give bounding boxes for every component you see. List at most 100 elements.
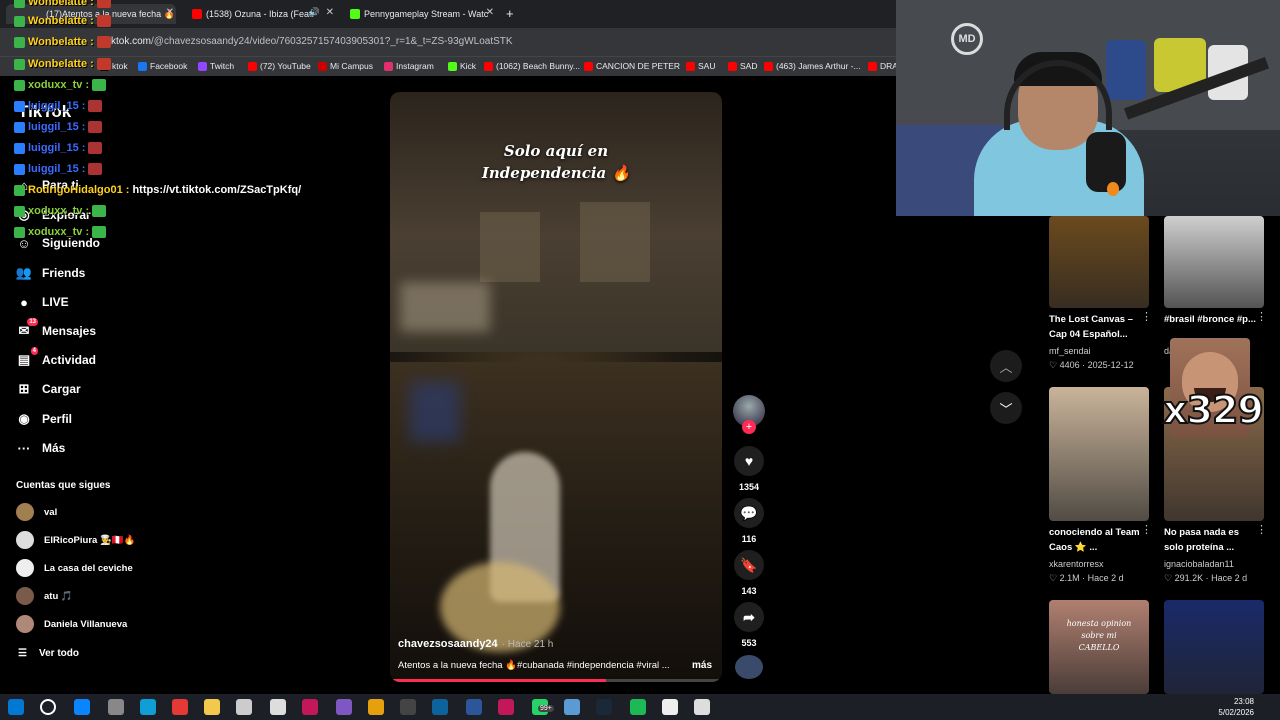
bookmark-item[interactable]: Twitch [198,61,234,71]
share-icon: ➦ [734,602,764,632]
video-description[interactable]: Atentos a la nueva fecha 🔥#cubanada #ind… [398,660,670,671]
app-icon[interactable] [270,699,286,715]
video-progress-bar[interactable] [390,679,722,682]
video-thumbnail[interactable]: honesta opinion sobre mi CABELLO [1049,600,1149,694]
windows-icon[interactable] [8,699,24,715]
video-thumbnail[interactable] [1049,216,1149,308]
speaker-icon[interactable]: 🔊 [309,7,320,18]
more-options-icon[interactable]: ⋮ [1141,523,1152,536]
app-icon[interactable] [662,699,678,715]
video-title[interactable]: conociendo al Team Caos ⭐ ... [1049,525,1145,555]
like-button[interactable]: ♥ 1354 [733,446,765,492]
chat-emote-icon [92,79,107,91]
bookmark-item[interactable]: DRA [868,61,898,71]
chevron-down-icon[interactable]: ﹀ [990,392,1022,424]
follow-plus-icon[interactable]: + [742,420,756,434]
video-thumbnail[interactable] [1164,600,1264,694]
video-author[interactable]: ignaciobaladan11 [1164,559,1234,569]
bookmark-item[interactable]: Mi Campus [318,61,373,71]
bookmark-icon: 🔖 [734,550,764,580]
steam-icon[interactable] [596,699,612,715]
app-icon[interactable] [302,699,318,715]
bookmark-item[interactable]: (1062) Beach Bunny... [484,61,580,71]
video-frame-light [400,282,490,332]
nav-friends[interactable]: 👥 Friends [16,262,85,284]
nav-profile[interactable]: ◉ Perfil [16,408,72,430]
nav-messages[interactable]: ✉ 13 Mensajes [16,318,96,342]
share-button[interactable]: ➦ 553 [733,602,765,648]
nav-live[interactable]: ● LIVE [16,291,69,313]
sound-disc-icon[interactable] [735,655,763,679]
bookmark-item[interactable]: Instagram [384,61,434,71]
bookmark-item[interactable]: (463) James Arthur -... [764,61,861,71]
followed-account[interactable]: ElRicoPiura 👨‍🍳🇵🇪🔥 [16,531,135,549]
video-title[interactable]: No pasa nada es solo proteína ... [1164,525,1260,555]
close-icon[interactable]: ✕ [326,7,334,18]
app-icon[interactable] [336,699,352,715]
app-icon[interactable] [694,699,710,715]
chat-username: xoduxx_tv : [28,205,90,217]
tab-youtube[interactable]: (1538) Ozuna - Ibiza (Feat. 🔊 ✕ [186,4,336,24]
address-bar[interactable]: tiktok.com/@chavezsosaandy24/video/76032… [0,28,896,56]
bookmark-item[interactable]: Facebook [138,61,187,71]
chat-message: Wonbelatte : [14,0,111,8]
nav-more[interactable]: ··· Más [16,437,66,459]
bookmark-icon [764,61,773,71]
comment-button[interactable]: 💬 116 [733,498,765,544]
chat-username: Wonbelatte : [28,0,94,8]
word-icon[interactable] [466,699,482,715]
more-options-icon[interactable]: ⋮ [1256,523,1267,536]
followed-account[interactable]: La casa del ceviche [16,559,133,577]
more-options-icon[interactable]: ⋮ [1141,310,1152,323]
video-thumbnail[interactable] [1049,387,1149,521]
bookmark-icon [384,61,393,71]
chrome-icon[interactable] [400,699,416,715]
app-icon[interactable] [236,699,252,715]
edge-icon[interactable] [140,699,156,715]
chrome-icon[interactable] [368,699,384,715]
bookmark-item[interactable]: SAD [728,61,757,71]
followed-account[interactable]: atu 🎵 [16,587,73,605]
bookmark-icon [198,61,207,71]
folder-icon[interactable] [204,699,220,715]
see-all-link[interactable]: ☰ Ver todo [18,648,79,659]
chevron-up-icon[interactable]: ︿ [990,350,1022,382]
spotify-icon[interactable] [630,699,646,715]
bookmark-item[interactable]: SAU [686,61,715,71]
followed-account[interactable]: Daniela Villanueva [16,615,127,633]
bookmark-item[interactable]: Kick [448,61,476,71]
video-author[interactable]: xkarentorresx [1049,559,1104,569]
chat-username: Wonbelatte : [28,58,94,70]
search-icon[interactable] [40,699,56,715]
video-time: · Hace 21 h [501,639,554,650]
bookmark-item[interactable]: CANCION DE PETER [584,61,680,71]
video-author[interactable]: chavezsosaandy24 · Hace 21 h [398,638,553,650]
chat-message: Wonbelatte : [14,36,111,48]
nav-upload[interactable]: ⊞ Cargar [16,378,81,400]
followed-account[interactable]: val [16,503,57,521]
app-icon[interactable] [108,699,124,715]
close-icon[interactable]: ✕ [166,7,174,18]
more-button[interactable]: más [692,660,712,671]
nav-label: Más [42,441,66,455]
more-options-icon[interactable]: ⋮ [1256,310,1267,323]
calculator-icon[interactable] [432,699,448,715]
tab-kick[interactable]: Pennygameplay Stream - Watc ✕ [346,4,496,24]
store-icon[interactable] [74,699,90,715]
app-icon[interactable] [498,699,514,715]
video-title[interactable]: The Lost Canvas – Cap 04 Español... [1049,312,1145,342]
clock[interactable]: 23:08 5/02/2026 [1218,696,1254,718]
app-icon[interactable] [564,699,580,715]
save-button[interactable]: 🔖 143 [733,550,765,596]
close-icon[interactable]: ✕ [486,7,494,18]
video-thumbnail[interactable] [1164,216,1264,308]
whatsapp-icon[interactable]: 99+ [532,699,554,715]
nav-activity[interactable]: ▤ 4 Actividad [16,347,96,371]
video-player[interactable]: Solo aquí en Independencia 🔥 chavezsosaa… [390,92,722,682]
bookmark-item[interactable]: (72) YouTube [248,61,311,71]
app-red-icon[interactable] [172,699,188,715]
video-author[interactable]: mf_sendai [1049,346,1091,356]
url-text[interactable]: tiktok.com/@chavezsosaandy24/video/76032… [106,36,513,47]
new-tab-button[interactable]: + [506,6,514,21]
video-title[interactable]: #brasil #bronce #p... [1164,312,1260,327]
